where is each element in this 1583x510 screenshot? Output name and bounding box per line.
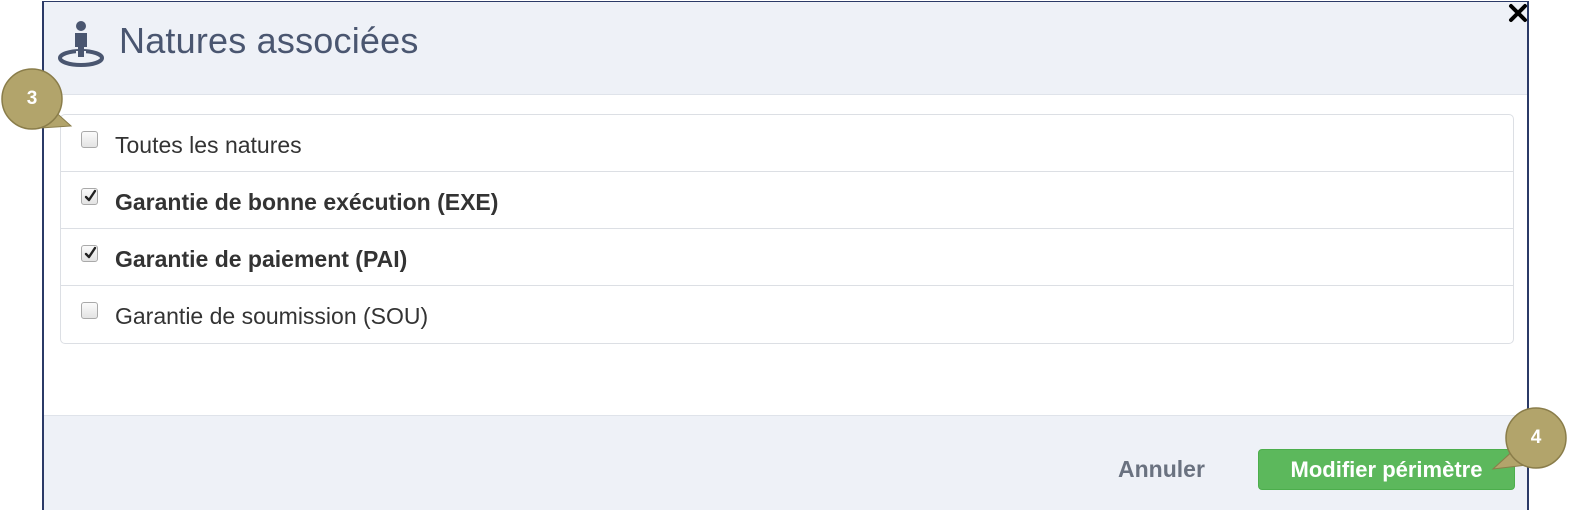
nature-list-item[interactable]: Garantie de bonne exécution (EXE) bbox=[61, 172, 1513, 229]
dialog-body: Toutes les natures Garantie de bonne exéc… bbox=[44, 95, 1527, 415]
modify-perimeter-button[interactable]: Modifier périmètre bbox=[1258, 449, 1515, 490]
natures-dialog: Natures associées Toutes les natures Gara… bbox=[42, 1, 1529, 510]
annotation-callout: 3 bbox=[1, 68, 73, 130]
dialog-header: Natures associées bbox=[44, 2, 1527, 95]
screen: Natures associées Toutes les natures Gara… bbox=[0, 0, 1583, 510]
checkmark-icon bbox=[84, 246, 97, 259]
callout-number: 4 bbox=[1530, 427, 1542, 448]
nature-list-item[interactable]: Toutes les natures bbox=[61, 115, 1513, 172]
nature-list-item[interactable]: Garantie de soumission (SOU) bbox=[61, 286, 1513, 343]
nature-label: Garantie de bonne exécution (EXE) bbox=[115, 189, 499, 215]
dialog-footer: Annuler Modifier périmètre bbox=[44, 415, 1527, 510]
annotation-callout: 4 bbox=[1491, 407, 1567, 470]
close-icon[interactable] bbox=[1507, 2, 1529, 24]
nature-list-item[interactable]: Garantie de paiement (PAI) bbox=[61, 229, 1513, 286]
checkbox-unchecked[interactable] bbox=[81, 131, 98, 148]
checkbox-checked[interactable] bbox=[81, 245, 98, 262]
nature-list: Toutes les natures Garantie de bonne exéc… bbox=[60, 114, 1514, 344]
checkbox-checked[interactable] bbox=[81, 188, 98, 205]
checkmark-icon bbox=[84, 189, 97, 202]
person-location-icon bbox=[58, 21, 104, 67]
nature-label: Garantie de soumission (SOU) bbox=[115, 303, 429, 329]
checkbox-unchecked[interactable] bbox=[81, 302, 98, 319]
nature-label: Toutes les natures bbox=[115, 132, 302, 158]
nature-label: Garantie de paiement (PAI) bbox=[115, 246, 408, 272]
cancel-button[interactable]: Annuler bbox=[1118, 456, 1205, 483]
dialog-title: Natures associées bbox=[119, 20, 419, 61]
callout-number: 3 bbox=[26, 88, 38, 109]
